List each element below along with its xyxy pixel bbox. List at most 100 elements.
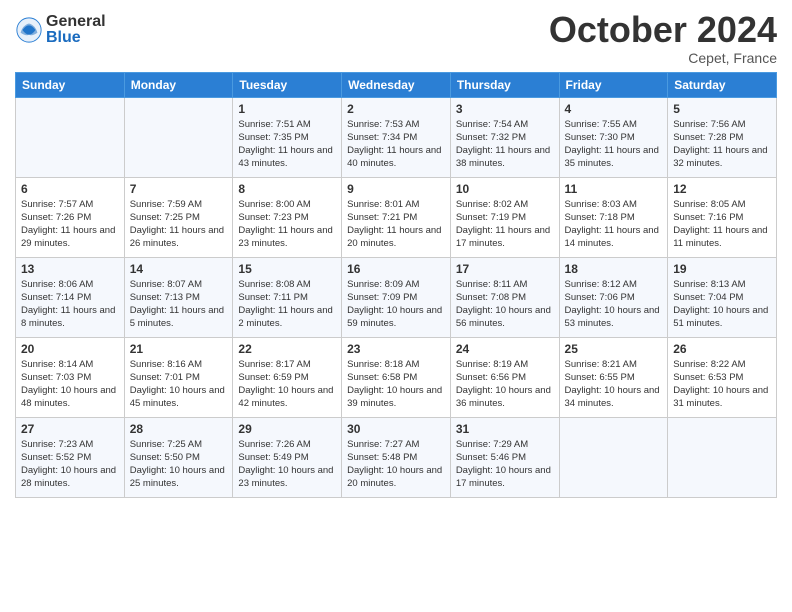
day-cell: 23 Sunrise: 8:18 AMSunset: 6:58 PMDayligh…	[342, 337, 451, 417]
day-number: 16	[347, 262, 445, 276]
day-cell: 1Sunrise: 7:51 AMSunset: 7:35 PMDaylight…	[233, 97, 342, 177]
month-title: October 2024	[549, 10, 777, 50]
day-cell	[559, 417, 668, 497]
day-cell: 7 Sunrise: 7:59 AMSunset: 7:25 PMDaylight…	[124, 177, 233, 257]
day-cell: 14 Sunrise: 8:07 AMSunset: 7:13 PMDayligh…	[124, 257, 233, 337]
day-number: 23	[347, 342, 445, 356]
week-row-3: 13 Sunrise: 8:06 AMSunset: 7:14 PMDayligh…	[16, 257, 777, 337]
day-info: Sunrise: 7:25 AMSunset: 5:50 PMDaylight:…	[130, 438, 228, 491]
day-number: 20	[21, 342, 119, 356]
day-number: 2	[347, 102, 445, 116]
location: Cepet, France	[549, 50, 777, 66]
day-cell: 22 Sunrise: 8:17 AMSunset: 6:59 PMDayligh…	[233, 337, 342, 417]
week-row-5: 27 Sunrise: 7:23 AMSunset: 5:52 PMDayligh…	[16, 417, 777, 497]
calendar-table: Sunday Monday Tuesday Wednesday Thursday…	[15, 72, 777, 498]
day-info: Sunrise: 7:51 AMSunset: 7:35 PMDaylight:…	[238, 118, 336, 171]
day-info: Sunrise: 8:12 AMSunset: 7:06 PMDaylight:…	[565, 278, 663, 331]
day-cell: 11 Sunrise: 8:03 AMSunset: 7:18 PMDayligh…	[559, 177, 668, 257]
day-info: Sunrise: 7:55 AMSunset: 7:30 PMDaylight:…	[565, 118, 663, 171]
col-wednesday: Wednesday	[342, 72, 451, 97]
day-cell: 29 Sunrise: 7:26 AMSunset: 5:49 PMDayligh…	[233, 417, 342, 497]
day-cell: 25 Sunrise: 8:21 AMSunset: 6:55 PMDayligh…	[559, 337, 668, 417]
day-cell: 12 Sunrise: 8:05 AMSunset: 7:16 PMDayligh…	[668, 177, 777, 257]
day-info: Sunrise: 7:59 AMSunset: 7:25 PMDaylight:…	[130, 198, 228, 251]
day-cell	[16, 97, 125, 177]
day-cell: 31Sunrise: 7:29 AMSunset: 5:46 PMDayligh…	[450, 417, 559, 497]
week-row-1: 1Sunrise: 7:51 AMSunset: 7:35 PMDaylight…	[16, 97, 777, 177]
day-cell: 17 Sunrise: 8:11 AMSunset: 7:08 PMDayligh…	[450, 257, 559, 337]
day-cell: 21 Sunrise: 8:16 AMSunset: 7:01 PMDayligh…	[124, 337, 233, 417]
day-number: 26	[673, 342, 771, 356]
col-friday: Friday	[559, 72, 668, 97]
day-number: 3	[456, 102, 554, 116]
day-number: 14	[130, 262, 228, 276]
day-number: 7	[130, 182, 228, 196]
day-number: 9	[347, 182, 445, 196]
day-cell: 13 Sunrise: 8:06 AMSunset: 7:14 PMDayligh…	[16, 257, 125, 337]
day-number: 5	[673, 102, 771, 116]
day-number: 24	[456, 342, 554, 356]
day-number: 30	[347, 422, 445, 436]
day-number: 13	[21, 262, 119, 276]
day-info: Sunrise: 8:17 AMSunset: 6:59 PMDaylight:…	[238, 358, 336, 411]
day-number: 21	[130, 342, 228, 356]
page-header: General Blue October 2024 Cepet, France	[15, 10, 777, 66]
week-row-2: 6Sunrise: 7:57 AMSunset: 7:26 PMDaylight…	[16, 177, 777, 257]
day-cell: 28Sunrise: 7:25 AMSunset: 5:50 PMDayligh…	[124, 417, 233, 497]
day-cell: 19 Sunrise: 8:13 AMSunset: 7:04 PMDayligh…	[668, 257, 777, 337]
calendar-page: General Blue October 2024 Cepet, France …	[0, 0, 792, 513]
day-cell: 27 Sunrise: 7:23 AMSunset: 5:52 PMDayligh…	[16, 417, 125, 497]
day-info: Sunrise: 7:53 AMSunset: 7:34 PMDaylight:…	[347, 118, 445, 171]
day-number: 4	[565, 102, 663, 116]
day-info: Sunrise: 8:06 AMSunset: 7:14 PMDaylight:…	[21, 278, 119, 331]
day-info: Sunrise: 8:18 AMSunset: 6:58 PMDaylight:…	[347, 358, 445, 411]
day-info: Sunrise: 7:29 AMSunset: 5:46 PMDaylight:…	[456, 438, 554, 491]
day-info: Sunrise: 8:09 AMSunset: 7:09 PMDaylight:…	[347, 278, 445, 331]
day-info: Sunrise: 7:23 AMSunset: 5:52 PMDaylight:…	[21, 438, 119, 491]
day-info: Sunrise: 8:21 AMSunset: 6:55 PMDaylight:…	[565, 358, 663, 411]
header-row: Sunday Monday Tuesday Wednesday Thursday…	[16, 72, 777, 97]
day-number: 15	[238, 262, 336, 276]
logo-general: General	[46, 14, 106, 30]
day-info: Sunrise: 8:11 AMSunset: 7:08 PMDaylight:…	[456, 278, 554, 331]
day-number: 25	[565, 342, 663, 356]
logo-blue: Blue	[46, 30, 106, 46]
day-info: Sunrise: 7:56 AMSunset: 7:28 PMDaylight:…	[673, 118, 771, 171]
day-cell: 5 Sunrise: 7:56 AMSunset: 7:28 PMDaylight…	[668, 97, 777, 177]
day-cell: 24Sunrise: 8:19 AMSunset: 6:56 PMDayligh…	[450, 337, 559, 417]
day-cell: 30 Sunrise: 7:27 AMSunset: 5:48 PMDayligh…	[342, 417, 451, 497]
day-number: 29	[238, 422, 336, 436]
day-info: Sunrise: 8:07 AMSunset: 7:13 PMDaylight:…	[130, 278, 228, 331]
day-info: Sunrise: 7:27 AMSunset: 5:48 PMDaylight:…	[347, 438, 445, 491]
day-info: Sunrise: 7:54 AMSunset: 7:32 PMDaylight:…	[456, 118, 554, 171]
day-number: 12	[673, 182, 771, 196]
day-info: Sunrise: 8:16 AMSunset: 7:01 PMDaylight:…	[130, 358, 228, 411]
day-info: Sunrise: 7:26 AMSunset: 5:49 PMDaylight:…	[238, 438, 336, 491]
day-info: Sunrise: 8:08 AMSunset: 7:11 PMDaylight:…	[238, 278, 336, 331]
day-info: Sunrise: 8:13 AMSunset: 7:04 PMDaylight:…	[673, 278, 771, 331]
day-cell	[124, 97, 233, 177]
week-row-4: 20Sunrise: 8:14 AMSunset: 7:03 PMDayligh…	[16, 337, 777, 417]
day-number: 22	[238, 342, 336, 356]
day-info: Sunrise: 8:05 AMSunset: 7:16 PMDaylight:…	[673, 198, 771, 251]
day-cell: 6Sunrise: 7:57 AMSunset: 7:26 PMDaylight…	[16, 177, 125, 257]
day-number: 19	[673, 262, 771, 276]
day-number: 27	[21, 422, 119, 436]
day-number: 17	[456, 262, 554, 276]
col-thursday: Thursday	[450, 72, 559, 97]
day-info: Sunrise: 8:00 AMSunset: 7:23 PMDaylight:…	[238, 198, 336, 251]
day-cell	[668, 417, 777, 497]
logo-text: General Blue	[46, 14, 106, 46]
day-number: 18	[565, 262, 663, 276]
day-cell: 20Sunrise: 8:14 AMSunset: 7:03 PMDayligh…	[16, 337, 125, 417]
logo: General Blue	[15, 14, 106, 46]
day-number: 11	[565, 182, 663, 196]
logo-icon	[15, 16, 43, 44]
day-cell: 15 Sunrise: 8:08 AMSunset: 7:11 PMDayligh…	[233, 257, 342, 337]
col-tuesday: Tuesday	[233, 72, 342, 97]
day-info: Sunrise: 7:57 AMSunset: 7:26 PMDaylight:…	[21, 198, 119, 251]
day-cell: 2 Sunrise: 7:53 AMSunset: 7:34 PMDaylight…	[342, 97, 451, 177]
day-cell: 10Sunrise: 8:02 AMSunset: 7:19 PMDayligh…	[450, 177, 559, 257]
day-number: 8	[238, 182, 336, 196]
day-info: Sunrise: 8:03 AMSunset: 7:18 PMDaylight:…	[565, 198, 663, 251]
